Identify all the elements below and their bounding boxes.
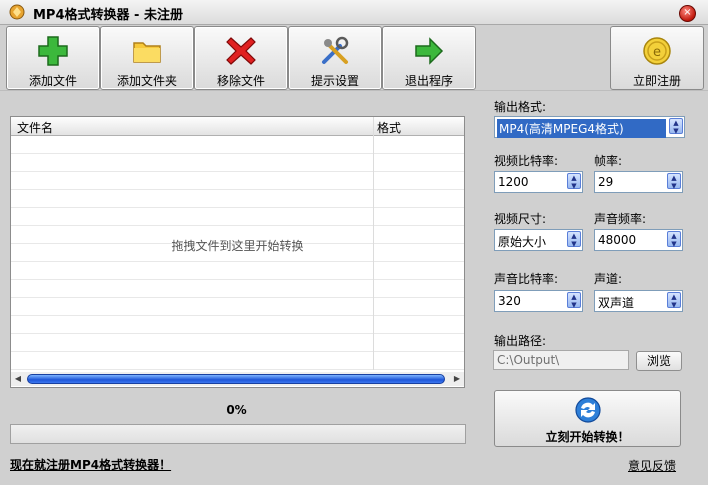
folder-icon (133, 42, 161, 63)
tools-icon (322, 36, 349, 64)
audio-bitrate-label: 声音比特率: (494, 272, 559, 286)
frame-rate-value: 29 (598, 175, 614, 189)
prompt-settings-label: 提示设置 (310, 74, 359, 88)
delete-x-icon (226, 37, 256, 65)
start-convert-label: 立刻开始转换！ (545, 430, 630, 444)
scroll-right-icon[interactable]: ▶ (452, 374, 462, 384)
channel-label: 声道: (594, 272, 623, 286)
scroll-left-icon[interactable]: ◀ (13, 374, 23, 384)
add-folder-label: 添加文件夹 (116, 74, 177, 88)
output-path-input[interactable]: C:\Output\ (493, 350, 629, 370)
audio-rate-label: 声音频率: (594, 212, 647, 226)
title-bar: MP4格式转换器 - 未注册 × (0, 0, 708, 25)
video-bitrate-label: 视频比特率: (494, 154, 559, 168)
file-list-header: 文件名 格式 (11, 117, 464, 136)
channel-select[interactable]: 双声道 ▲ ▼ (594, 290, 683, 312)
video-bitrate-value: 1200 (498, 175, 529, 189)
dropdown-arrow-icon: ▲ ▼ (669, 118, 683, 135)
app-icon (9, 4, 25, 20)
remove-file-label: 移除文件 (216, 74, 265, 88)
dropdown-arrow-icon: ▲ ▼ (667, 231, 681, 248)
exit-program-button[interactable]: 退出程序 (382, 26, 476, 90)
audio-bitrate-select[interactable]: 320 ▲ ▼ (494, 290, 583, 312)
plus-icon (38, 36, 68, 66)
drop-hint: 拖拽文件到这里开始转换 (171, 239, 304, 253)
arrow-right-icon (415, 37, 444, 65)
audio-bitrate-value: 320 (498, 294, 521, 308)
horizontal-scrollbar[interactable]: ◀ ▶ (11, 372, 464, 386)
prompt-settings-button[interactable]: 提示设置 (288, 26, 382, 90)
start-convert-button[interactable]: 立刻开始转换！ (494, 390, 681, 447)
main-window: MP4格式转换器 - 未注册 × 添加文件 添加文件夹 移除文件 提示设置 退出… (0, 0, 708, 485)
column-header-format[interactable]: 格式 (377, 119, 401, 136)
add-file-button[interactable]: 添加文件 (6, 26, 100, 90)
video-size-value: 原始大小 (498, 235, 547, 249)
audio-rate-select[interactable]: 48000 ▲ ▼ (594, 229, 683, 251)
video-bitrate-select[interactable]: 1200 ▲ ▼ (494, 171, 583, 193)
column-header-filename[interactable]: 文件名 (17, 119, 53, 136)
frame-rate-select[interactable]: 29 ▲ ▼ (594, 171, 683, 193)
remove-file-button[interactable]: 移除文件 (194, 26, 288, 90)
channel-value: 双声道 (598, 296, 635, 310)
video-size-select[interactable]: 原始大小 ▲ ▼ (494, 229, 583, 251)
output-path-value: C:\Output\ (497, 353, 560, 367)
output-path-label: 输出路径: (494, 334, 547, 348)
output-format-label: 输出格式: (494, 100, 547, 114)
video-size-label: 视频尺寸: (494, 212, 547, 226)
progress-bar (10, 424, 466, 444)
feedback-link[interactable]: 意见反馈 (628, 457, 676, 474)
close-button[interactable]: × (679, 5, 696, 22)
exit-program-label: 退出程序 (404, 74, 453, 88)
output-format-value: MP4(高清MPEG4格式) (497, 119, 666, 138)
file-list[interactable]: 文件名 格式 拖拽文件到这里开始转换 ◀ ▶ (10, 116, 465, 388)
register-now-button[interactable]: e 立即注册 (610, 26, 704, 90)
dropdown-arrow-icon: ▲ ▼ (667, 292, 681, 309)
progress-percent: 0% (226, 403, 247, 417)
add-folder-button[interactable]: 添加文件夹 (100, 26, 194, 90)
dropdown-arrow-icon: ▲ ▼ (667, 173, 681, 190)
output-format-select[interactable]: MP4(高清MPEG4格式) ▲ ▼ (494, 116, 685, 138)
svg-text:e: e (653, 45, 661, 60)
browse-button[interactable]: 浏览 (636, 351, 682, 371)
register-now-label: 立即注册 (632, 74, 681, 88)
dropdown-arrow-icon: ▲ ▼ (567, 173, 581, 190)
scrollbar-thumb[interactable] (27, 374, 445, 384)
convert-refresh-icon (575, 397, 601, 423)
divider (0, 90, 708, 91)
dropdown-arrow-icon: ▲ ▼ (567, 231, 581, 248)
window-title: MP4格式转换器 - 未注册 (33, 8, 183, 23)
dropdown-arrow-icon: ▲ ▼ (567, 292, 581, 309)
audio-rate-value: 48000 (598, 233, 637, 247)
register-link[interactable]: 现在就注册MP4格式转换器！ (10, 456, 171, 473)
coin-icon: e (643, 37, 671, 65)
add-file-label: 添加文件 (28, 74, 77, 88)
frame-rate-label: 帧率: (594, 154, 623, 168)
